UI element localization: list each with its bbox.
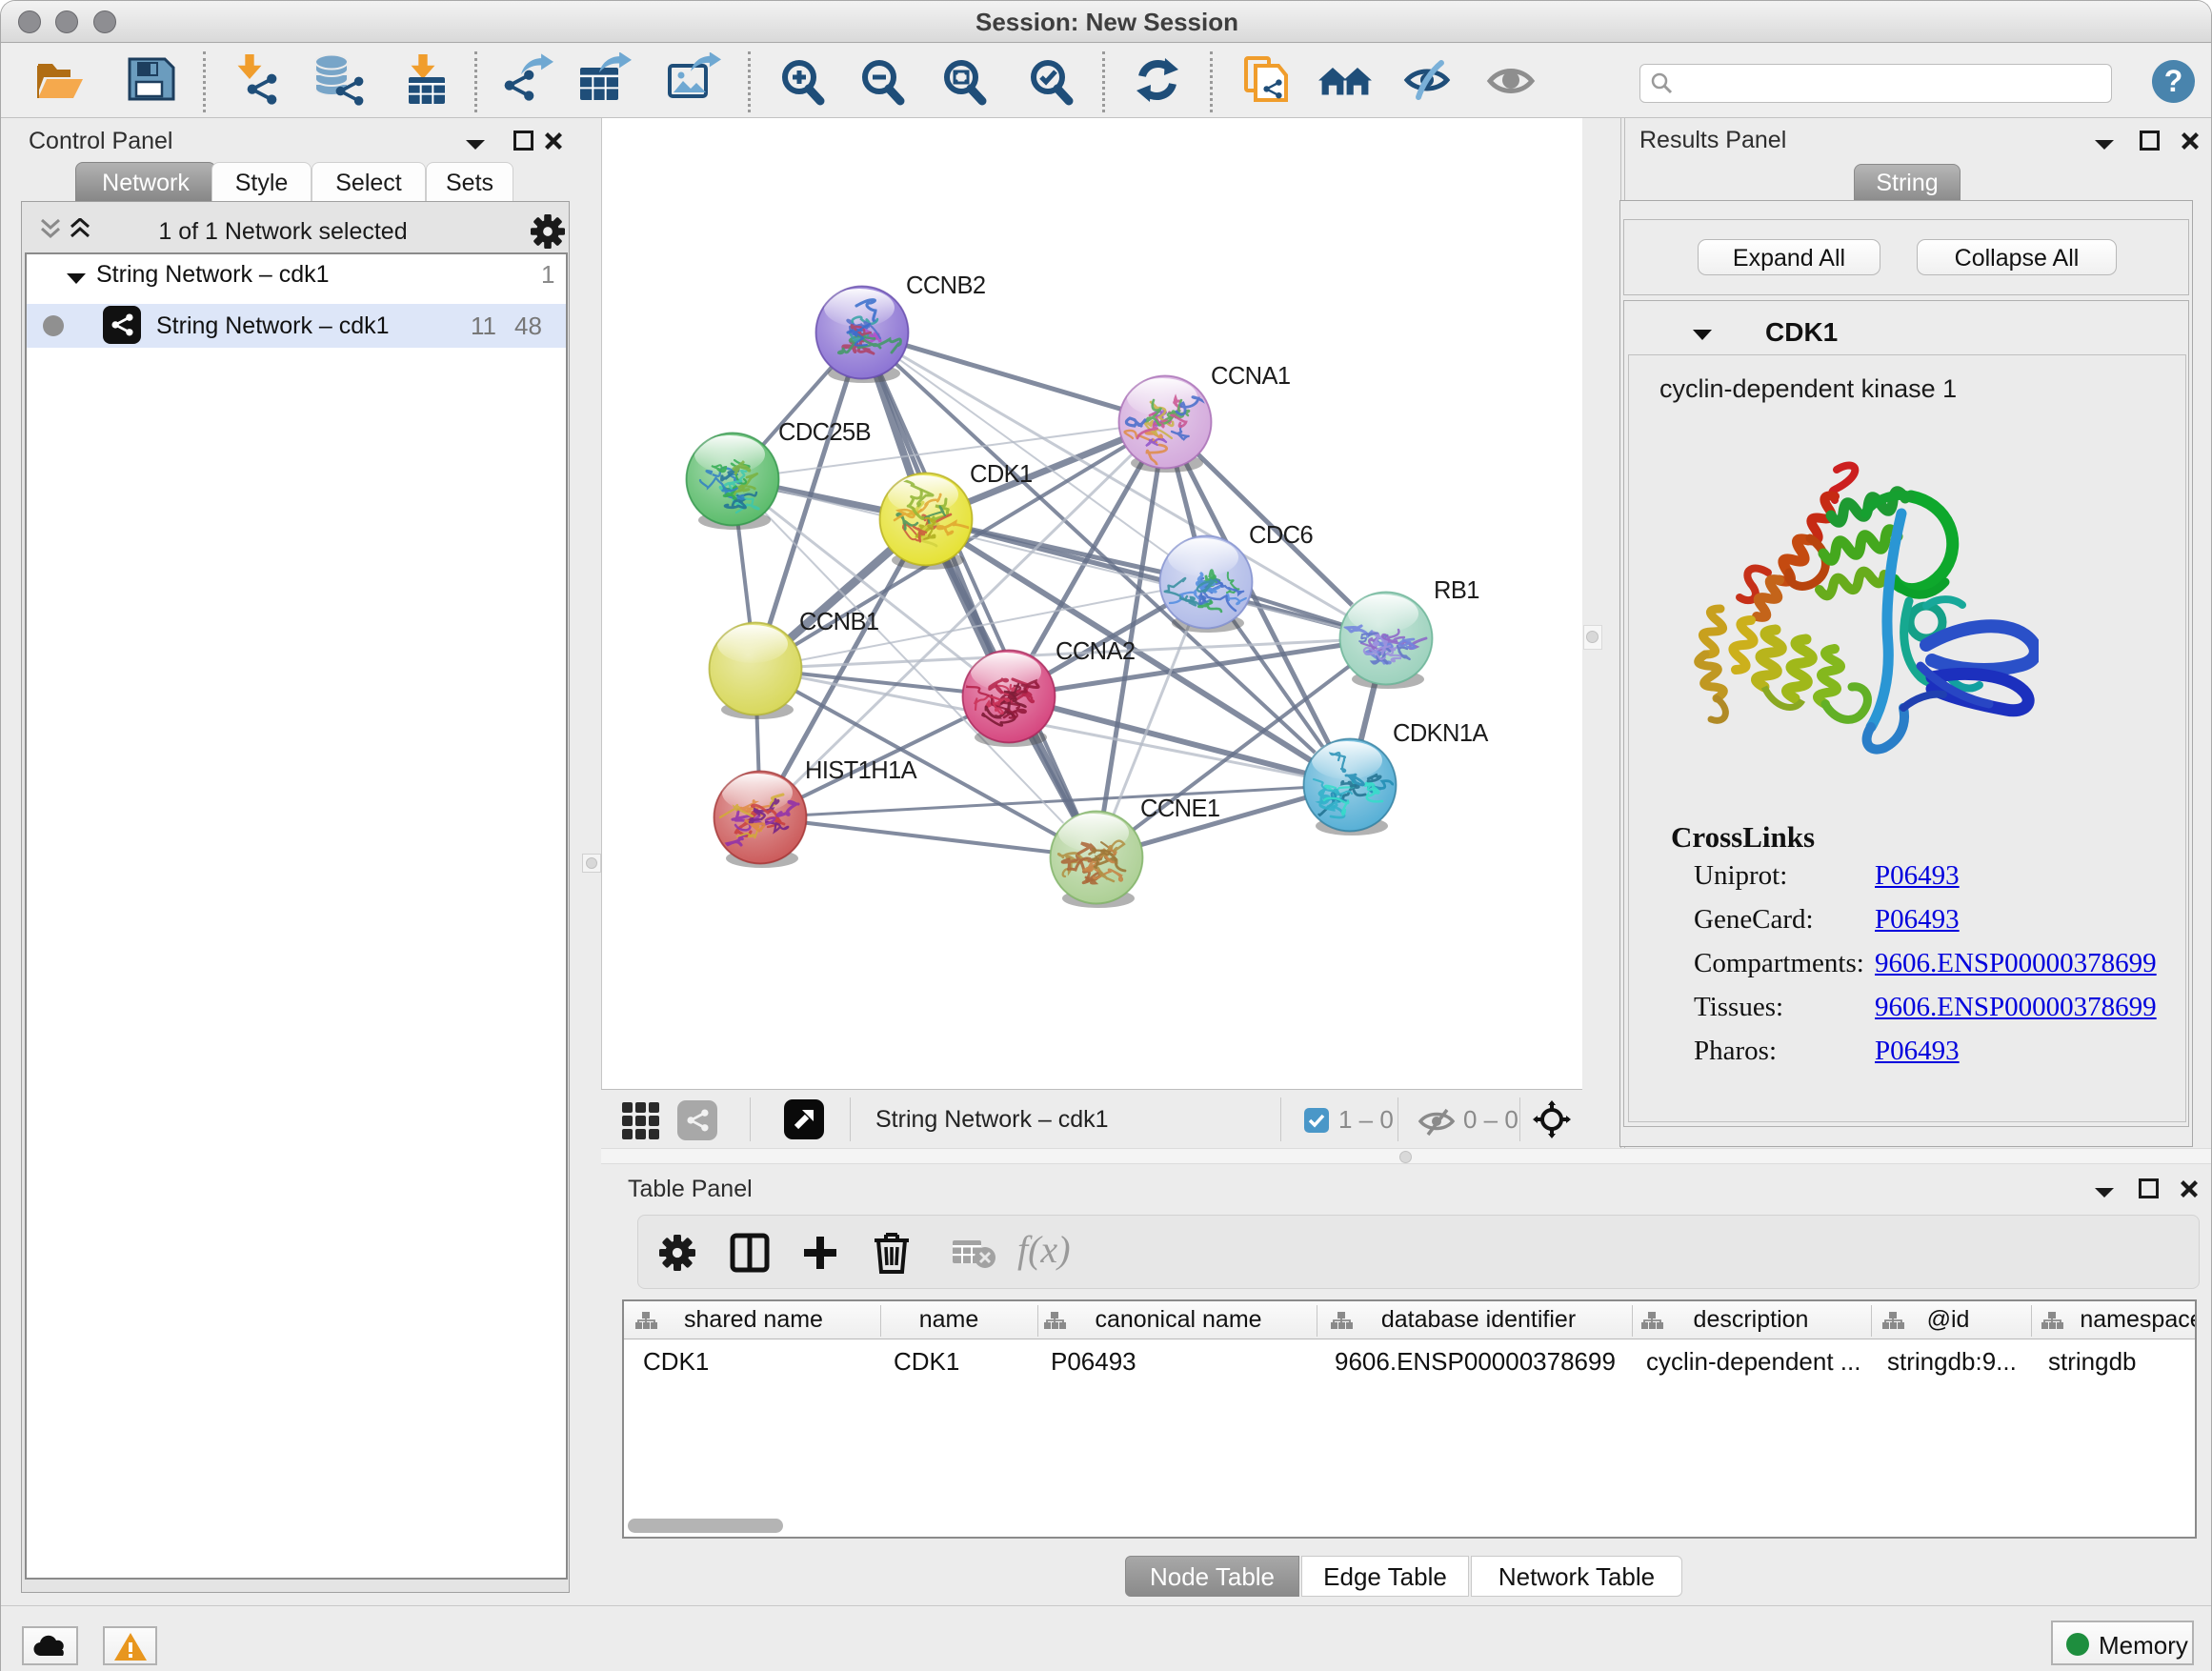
svg-text:CDKN1A: CDKN1A (1393, 720, 1488, 747)
svg-text:CCNA1: CCNA1 (1211, 363, 1290, 390)
svg-text:RB1: RB1 (1434, 577, 1479, 604)
svg-text:CCNA2: CCNA2 (1056, 638, 1135, 665)
svg-text:CDC6: CDC6 (1249, 522, 1313, 549)
svg-text:CCNB2: CCNB2 (906, 272, 985, 299)
svg-text:CDC25B: CDC25B (778, 419, 871, 446)
svg-text:CCNE1: CCNE1 (1140, 795, 1219, 822)
svg-text:HIST1H1A: HIST1H1A (805, 757, 917, 784)
svg-text:CDK1: CDK1 (970, 461, 1033, 488)
svg-text:CCNB1: CCNB1 (799, 609, 878, 635)
